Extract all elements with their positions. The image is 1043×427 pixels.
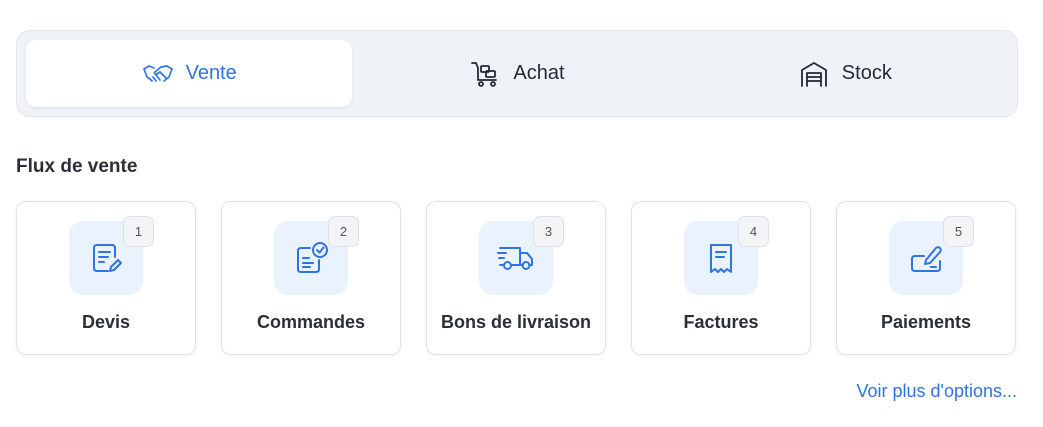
step-badge: 4: [738, 216, 769, 247]
card-factures[interactable]: 4 Factures: [631, 201, 811, 355]
card-label: Paiements: [880, 312, 972, 332]
card-label: Factures: [683, 312, 759, 332]
module-tabs: Vente Achat Stock: [16, 30, 1018, 117]
cart-icon: [469, 59, 501, 89]
card-devis[interactable]: 1 Devis: [16, 201, 196, 355]
step-badge: 3: [533, 216, 564, 247]
tab-vente[interactable]: Vente: [26, 40, 353, 107]
step-badge: 1: [123, 216, 154, 247]
more-options-link[interactable]: Voir plus d'options...: [856, 381, 1017, 402]
flow-cards: 1 Devis 2 Commandes 3 Bons de livraison …: [16, 201, 1016, 355]
step-badge: 5: [943, 216, 974, 247]
tab-achat-label: Achat: [513, 62, 565, 84]
handshake-icon: [142, 59, 174, 89]
card-label: Bons de livraison: [440, 312, 592, 332]
section-title: Flux de vente: [16, 156, 138, 177]
card-label: Commandes: [256, 312, 366, 332]
tab-vente-label: Vente: [185, 62, 237, 84]
step-badge: 2: [328, 216, 359, 247]
warehouse-icon: [798, 59, 830, 89]
tab-stock-label: Stock: [841, 62, 892, 84]
card-bons-de-livraison[interactable]: 3 Bons de livraison: [426, 201, 606, 355]
card-label: Devis: [81, 312, 131, 332]
card-commandes[interactable]: 2 Commandes: [221, 201, 401, 355]
tab-achat[interactable]: Achat: [352, 40, 681, 107]
card-paiements[interactable]: 5 Paiements: [836, 201, 1016, 355]
tab-stock[interactable]: Stock: [682, 40, 1008, 107]
